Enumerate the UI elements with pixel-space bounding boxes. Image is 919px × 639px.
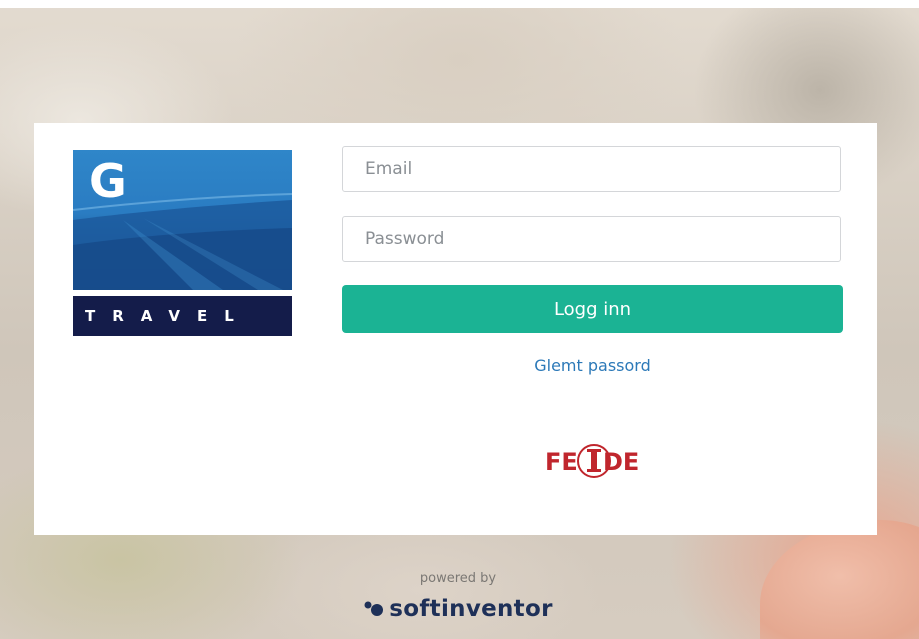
softinventor-dots-icon: [364, 601, 384, 616]
logo-letter: G: [89, 154, 127, 208]
softinventor-logo: softinventor: [330, 593, 586, 625]
softinventor-wordmark: softinventor: [389, 596, 553, 622]
logo-wordmark: TRAVEL: [73, 296, 292, 336]
password-field[interactable]: [342, 216, 841, 262]
svg-text:DE: DE: [603, 448, 639, 476]
email-field[interactable]: [342, 146, 841, 192]
powered-by-text: powered by: [419, 571, 497, 586]
feide-logo-icon: FE DE: [545, 444, 639, 478]
top-strip: [0, 0, 919, 8]
login-button[interactable]: Logg inn: [342, 285, 843, 333]
forgot-password-link[interactable]: Glemt passord: [342, 356, 843, 375]
feide-login-button[interactable]: FE DE: [541, 440, 645, 480]
svg-text:FE: FE: [545, 448, 578, 476]
g-travel-logo: G TRAVEL: [73, 150, 292, 336]
logo-emblem: G: [73, 150, 292, 290]
